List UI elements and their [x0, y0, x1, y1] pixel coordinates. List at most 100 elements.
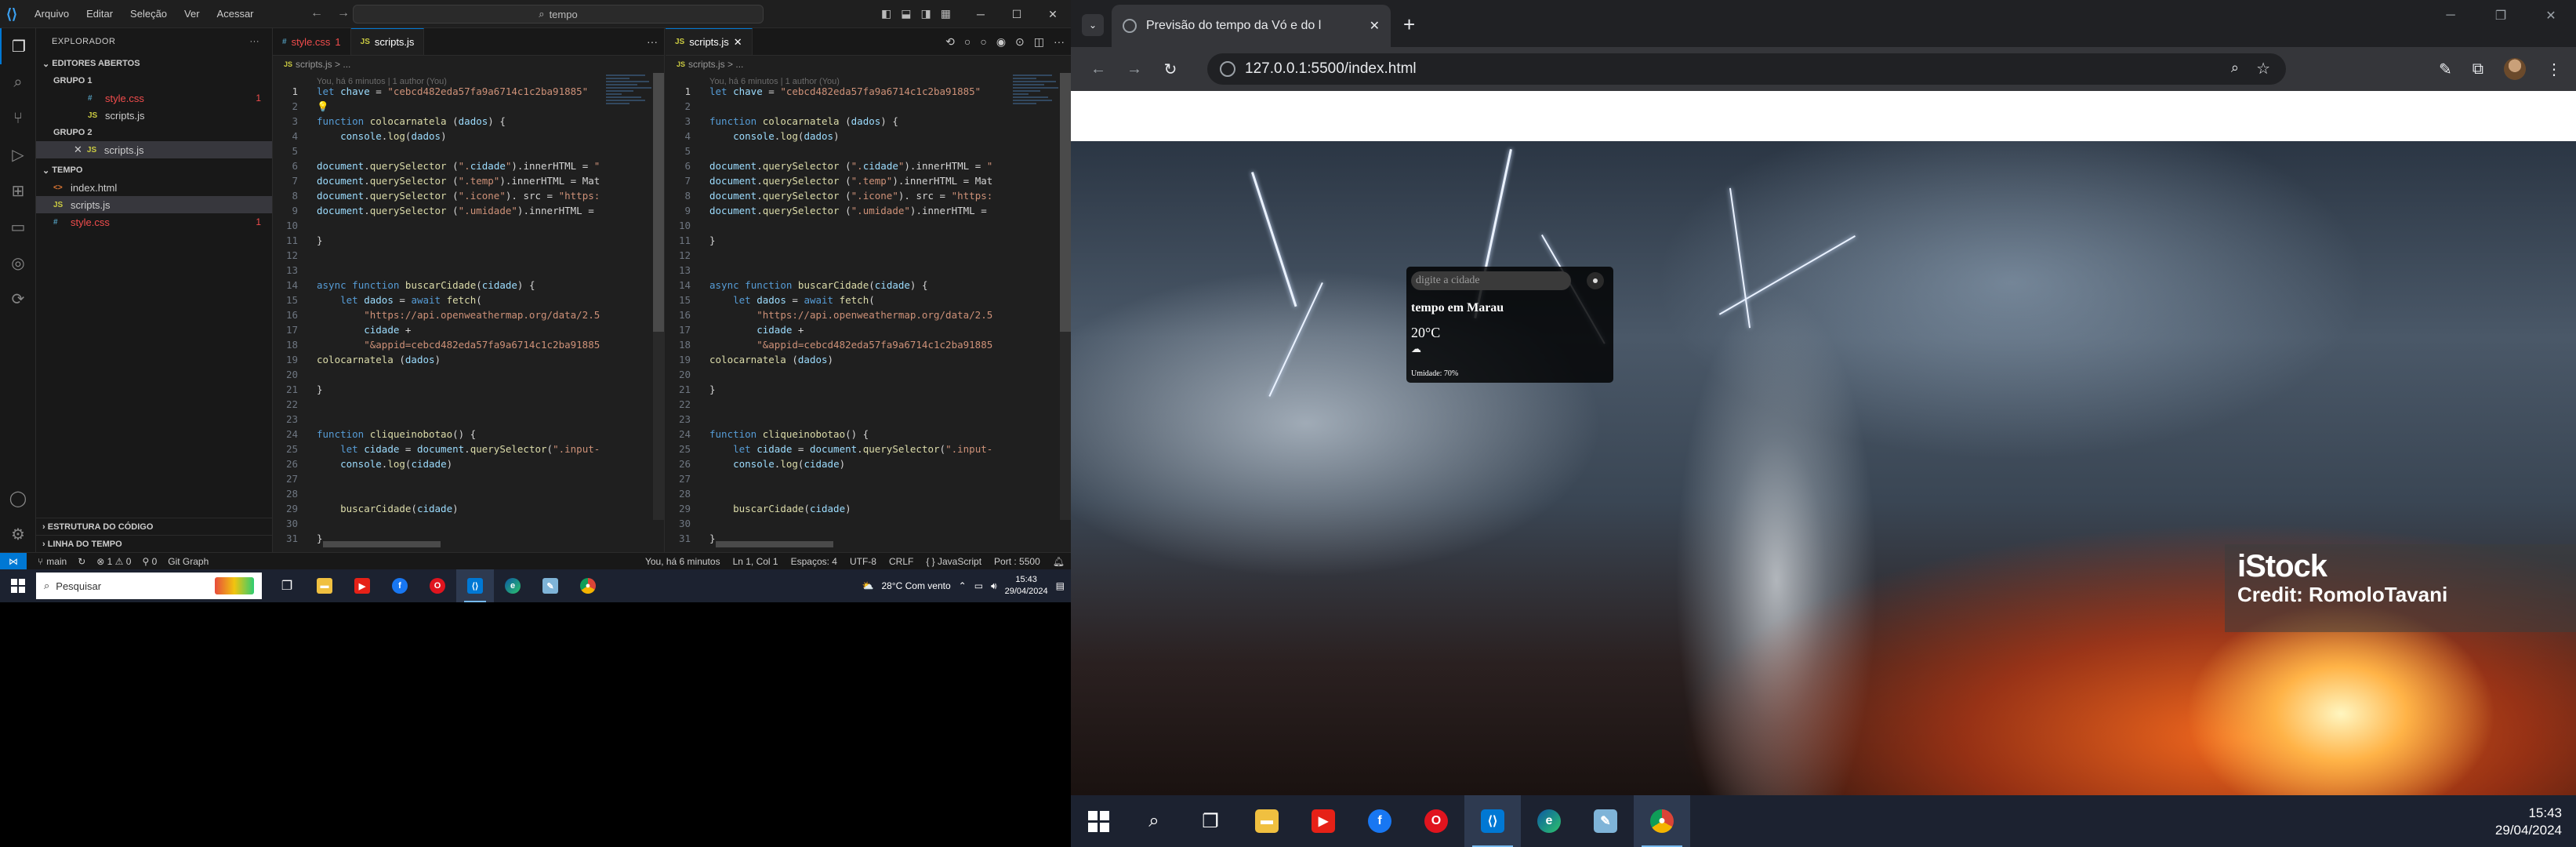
indentation[interactable]: Espaços: 4	[791, 556, 837, 567]
volume-icon[interactable]: 🔊︎	[991, 580, 997, 592]
code-line[interactable]: 11}	[666, 233, 1071, 248]
code-line[interactable]: 18 "&appid=cebcd482eda57fa9a6714c1c2ba91…	[666, 337, 1071, 352]
open-editor-style-css[interactable]: # style.css 1	[36, 89, 272, 107]
youtube-icon[interactable]: ▶	[1295, 795, 1351, 847]
edge-icon[interactable]: e	[494, 569, 532, 602]
breadcrumb[interactable]: JS scripts.js > ...	[273, 56, 664, 73]
code-line[interactable]: 18 "&appid=cebcd482eda57fa9a6714c1c2ba91…	[273, 337, 664, 352]
end-of-line[interactable]: CRLF	[889, 556, 913, 567]
weather-widget[interactable]: 28°C Com vento	[881, 580, 950, 591]
code-line[interactable]: 30	[666, 516, 1071, 531]
close-icon[interactable]: ✕	[1035, 0, 1071, 28]
blame-status[interactable]: You, há 6 minutos	[645, 556, 720, 567]
file-scripts-js[interactable]: JS scripts.js	[36, 196, 272, 213]
previous-change-icon[interactable]: ○	[964, 35, 971, 49]
code-line[interactable]: 14 async function buscarCidade(cidade) {	[273, 278, 664, 293]
opera-icon[interactable]: O	[1408, 795, 1464, 847]
notification-center-icon[interactable]: ▤	[1056, 580, 1065, 591]
git-blame-icon[interactable]: ◉	[996, 35, 1006, 49]
run-debug-icon[interactable]: ▷	[0, 136, 36, 173]
notifications-bell-icon[interactable]: 🔔︎	[1053, 556, 1065, 567]
code-line[interactable]: 24 function cliqueinobotao() {	[666, 427, 1071, 442]
cursor-position[interactable]: Ln 1, Col 1	[733, 556, 778, 567]
git-graph-status[interactable]: Git Graph	[168, 556, 209, 567]
minimap[interactable]	[1013, 73, 1060, 159]
encoding[interactable]: UTF-8	[850, 556, 876, 567]
minimap[interactable]	[606, 73, 653, 159]
code-line[interactable]: 29 buscarCidade(cidade)	[666, 501, 1071, 516]
folder-tempo-section[interactable]: ⌄ TEMPO	[36, 162, 272, 179]
vscode-taskbar-icon[interactable]: ⟨⟩	[456, 569, 494, 602]
account-icon[interactable]: ◯	[0, 480, 36, 516]
horizontal-scrollbar[interactable]	[323, 541, 441, 547]
vscode-taskbar-icon[interactable]: ⟨⟩	[1464, 795, 1521, 847]
back-arrow-icon[interactable]: ←	[310, 6, 323, 20]
git-graph-icon[interactable]: ◎	[0, 245, 36, 281]
code-line[interactable]: 23	[273, 412, 664, 427]
code-line[interactable]: 19 colocarnatela (dados)	[273, 352, 664, 367]
chrome-menu-icon[interactable]: ⋮	[2546, 60, 2562, 79]
file-explorer-icon[interactable]: ▬	[1239, 795, 1295, 847]
more-actions-icon[interactable]: ···	[647, 35, 658, 48]
menu-selecao[interactable]: Seleção	[130, 8, 167, 20]
zoom-icon[interactable]: ⌕	[2231, 60, 2239, 76]
code-line[interactable]: 10	[273, 218, 664, 233]
bookmark-star-icon[interactable]: ☆	[2256, 59, 2270, 78]
chrome-icon[interactable]: ●	[569, 569, 607, 602]
breadcrumb[interactable]: JS scripts.js > ...	[666, 56, 1071, 73]
code-line[interactable]: 15 let dados = await fetch(	[273, 293, 664, 307]
code-line[interactable]: 8 document.querySelector (".icone"). src …	[273, 188, 664, 203]
file-index-html[interactable]: <> index.html	[36, 179, 272, 196]
clock[interactable]: 15:43 29/04/2024	[1005, 574, 1048, 598]
opera-icon[interactable]: O	[419, 569, 456, 602]
code-line[interactable]: 22	[273, 397, 664, 412]
code-line[interactable]: 25 let cidade = document.querySelector("…	[273, 442, 664, 456]
code-line[interactable]: 7 document.querySelector (".temp").innerH…	[273, 173, 664, 188]
customize-layout-icon[interactable]: ▦	[941, 7, 951, 20]
code-line[interactable]: 13	[666, 263, 1071, 278]
file-style-css[interactable]: # style.css 1	[36, 213, 272, 231]
menu-ver[interactable]: Ver	[184, 8, 200, 20]
code-line[interactable]: 9 document.querySelector (".umidade").inn…	[666, 203, 1071, 218]
code-line[interactable]: 5	[666, 144, 1071, 158]
tab-style-css[interactable]: # style.css 1	[273, 28, 351, 55]
task-view-icon[interactable]: ❐	[268, 569, 306, 602]
site-info-icon[interactable]	[1220, 61, 1235, 77]
open-editor-scripts-js-group2[interactable]: ✕ JS scripts.js	[36, 141, 272, 158]
next-change-icon[interactable]: ○	[980, 35, 986, 49]
scrollbar-thumb[interactable]	[1060, 73, 1071, 332]
scrollbar-thumb[interactable]	[653, 73, 664, 332]
task-view-icon[interactable]: ❐	[1182, 795, 1239, 847]
code-line[interactable]: 14 async function buscarCidade(cidade) {	[666, 278, 1071, 293]
code-line[interactable]: 20	[666, 367, 1071, 382]
code-line[interactable]: 29 buscarCidade(cidade)	[273, 501, 664, 516]
youtube-icon[interactable]: ▶	[343, 569, 381, 602]
toggle-panel-icon[interactable]: ⬓	[901, 7, 911, 20]
code-line[interactable]: 27	[666, 471, 1071, 486]
code-line[interactable]: 27	[273, 471, 664, 486]
tray-chevron-icon[interactable]: ⌃	[959, 580, 967, 591]
minimize-icon[interactable]: ─	[963, 0, 999, 28]
menu-acessar[interactable]: Acessar	[217, 8, 254, 20]
profile-avatar[interactable]	[2504, 58, 2526, 80]
city-input[interactable]	[1411, 271, 1571, 290]
vertical-scrollbar[interactable]	[1060, 73, 1071, 520]
tab-scripts-js[interactable]: JS scripts.js ✕	[666, 28, 753, 55]
command-center[interactable]: ⌕ tempo	[353, 5, 764, 24]
eyedropper-icon[interactable]: ✎	[2439, 60, 2452, 79]
group-1-header[interactable]: GRUPO 1	[36, 72, 272, 89]
facebook-icon[interactable]: f	[1351, 795, 1408, 847]
remote-explorer-icon[interactable]: ▭	[0, 209, 36, 245]
maximize-icon[interactable]: ☐	[999, 0, 1035, 28]
code-line[interactable]: 12	[666, 248, 1071, 263]
code-line[interactable]: 19 colocarnatela (dados)	[666, 352, 1071, 367]
minimize-icon[interactable]: ─	[2425, 0, 2476, 31]
reload-icon[interactable]: ↻	[1152, 60, 1188, 79]
group-2-header[interactable]: GRUPO 2	[36, 124, 272, 141]
tab-scripts-js[interactable]: JS scripts.js	[350, 28, 425, 55]
open-editors-section[interactable]: ⌄ EDITORES ABERTOS	[36, 55, 272, 72]
extensions-icon[interactable]: ⊞	[0, 173, 36, 209]
forward-icon[interactable]: →	[1116, 60, 1152, 78]
start-button[interactable]	[0, 569, 36, 602]
weather-icon[interactable]: ⛅	[862, 580, 874, 591]
